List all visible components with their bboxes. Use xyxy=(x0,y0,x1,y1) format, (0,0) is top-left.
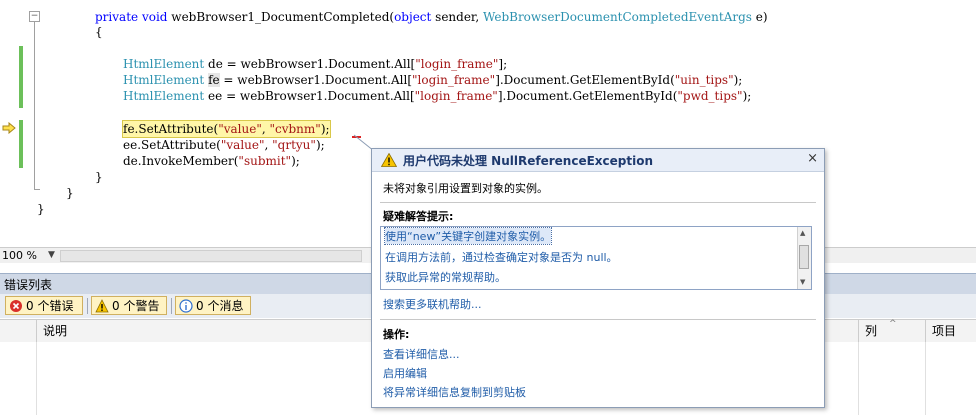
code-line: } xyxy=(66,186,74,200)
search-online-help-link[interactable]: 搜索更多联机帮助... xyxy=(383,296,482,312)
vertical-scrollbar[interactable]: ▲ ▼ xyxy=(797,227,811,289)
code-line: { xyxy=(95,25,103,39)
code-line: private void webBrowser1_DocumentComplet… xyxy=(95,10,768,24)
column-header-project[interactable]: 项目 xyxy=(925,320,976,342)
outline-line xyxy=(34,22,35,189)
code-line: } xyxy=(37,202,45,216)
change-marker xyxy=(19,46,23,108)
scroll-thumb[interactable] xyxy=(799,245,809,269)
view-detail-link[interactable]: 查看详细信息... xyxy=(383,346,460,362)
tip-link[interactable]: 获取此异常的常规帮助。 xyxy=(385,269,506,285)
tip-link[interactable]: 在调用方法前，通过检查确定对象是否为 null。 xyxy=(385,249,618,265)
copy-exception-link[interactable]: 将异常详细信息复制到剪贴板 xyxy=(383,384,526,400)
toolbar-separator xyxy=(171,298,172,314)
zoom-level[interactable]: 100 % xyxy=(2,248,37,263)
hints-heading: 疑难解答提示: xyxy=(383,210,454,223)
info-icon xyxy=(179,299,193,313)
exception-assistant-popup: 用户代码未处理 NullReferenceException × 未将对象引用设… xyxy=(371,148,825,408)
column-header-icon[interactable] xyxy=(0,320,36,342)
code-line: de.InvokeMember("submit"); xyxy=(123,154,300,168)
scroll-up-icon[interactable]: ▲ xyxy=(800,229,805,237)
exception-title: 用户代码未处理 NullReferenceException xyxy=(403,154,653,168)
code-line: HtmlElement de = webBrowser1.Document.Al… xyxy=(123,57,508,71)
grid-line xyxy=(858,342,859,415)
error-icon xyxy=(10,300,22,312)
sort-ascending-icon: ^ xyxy=(889,319,897,329)
current-statement-arrow-icon xyxy=(2,122,16,134)
change-marker xyxy=(19,120,23,168)
current-statement-line: fe.SetAttribute("value", "cvbnm"); xyxy=(122,120,331,138)
column-header-column[interactable]: 列 ^ xyxy=(858,319,925,342)
code-line: } xyxy=(95,170,103,184)
divider xyxy=(380,202,816,203)
code-line: HtmlElement ee = webBrowser1.Document.Al… xyxy=(123,89,752,103)
exception-header: 用户代码未处理 NullReferenceException × xyxy=(372,149,824,172)
warnings-filter-button[interactable]: 0 个警告 xyxy=(91,296,167,315)
outline-line xyxy=(34,189,40,190)
actions-heading: 操作: xyxy=(383,328,410,341)
close-icon[interactable]: × xyxy=(807,151,818,166)
warning-icon xyxy=(95,299,109,313)
collapse-toggle[interactable]: − xyxy=(29,11,40,22)
messages-filter-button[interactable]: 0 个消息 xyxy=(175,296,251,315)
code-line: ee.SetAttribute("value", "qrtyu"); xyxy=(123,138,325,152)
errors-filter-button[interactable]: 0 个错误 xyxy=(5,296,83,315)
toolbar-separator xyxy=(87,298,88,314)
tip-link[interactable]: 使用“new”关键字创建对象实例。 xyxy=(383,227,553,245)
warning-icon xyxy=(381,153,397,167)
chevron-down-icon[interactable]: ▼ xyxy=(48,248,55,263)
troubleshooting-tips-list[interactable]: 使用“new”关键字创建对象实例。 在调用方法前，通过检查确定对象是否为 nul… xyxy=(380,226,812,290)
grid-line xyxy=(36,342,37,415)
horizontal-scrollbar[interactable] xyxy=(60,250,362,262)
panel-title: 错误列表 xyxy=(4,278,53,292)
exception-message: 未将对象引用设置到对象的实例。 xyxy=(383,182,548,195)
divider xyxy=(380,319,816,320)
grid-line xyxy=(925,342,926,415)
scroll-down-icon[interactable]: ▼ xyxy=(800,278,805,286)
code-line: HtmlElement fe = webBrowser1.Document.Al… xyxy=(123,73,743,87)
enable-editing-link[interactable]: 启用编辑 xyxy=(383,365,427,381)
